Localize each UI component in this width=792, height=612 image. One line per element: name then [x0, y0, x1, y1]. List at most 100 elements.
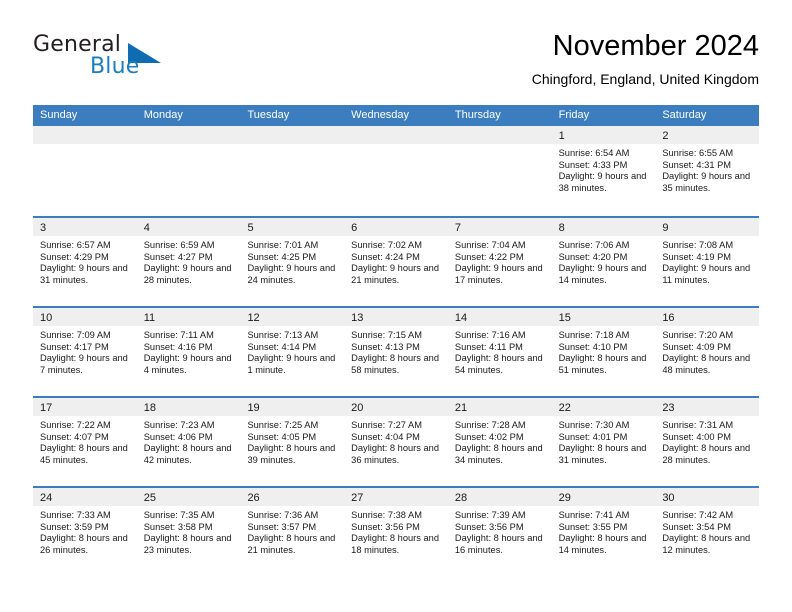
daylight-text: Daylight: 8 hours and 58 minutes.: [351, 353, 440, 375]
calendar-day-cell[interactable]: 15 Sunrise: 7:18 AM Sunset: 4:10 PM Dayligh…: [551, 308, 656, 396]
calendar-day-cell[interactable]: 11 Sunrise: 7:11 AM Sunset: 4:16 PM Dayligh…: [136, 308, 241, 396]
day-number: 20: [351, 402, 364, 414]
daylight-text: Daylight: 8 hours and 34 minutes.: [454, 443, 543, 465]
sunset-text: Sunset: 4:33 PM: [558, 159, 628, 170]
day-info: Sunrise: 7:20 AM Sunset: 4:09 PM Daylight:…: [655, 326, 759, 376]
calendar-day-cell[interactable]: 13 Sunrise: 7:15 AM Sunset: 4:13 PM Dayligh…: [344, 308, 448, 396]
day-info: Sunrise: 7:06 AM Sunset: 4:20 PM Daylight:…: [552, 236, 656, 286]
day-number: 8: [558, 222, 565, 234]
calendar-day-cell[interactable]: 3 Sunrise: 6:57 AM Sunset: 4:29 PM Daylight…: [33, 218, 137, 306]
day-info: Sunrise: 7:01 AM Sunset: 4:25 PM Daylight:…: [240, 236, 344, 286]
daylight-text: Daylight: 9 hours and 7 minutes.: [40, 353, 128, 375]
sunrise-text: Sunrise: 6:54 AM: [558, 148, 630, 158]
day-info: Sunrise: 6:57 AM Sunset: 4:29 PM Daylight:…: [33, 236, 137, 286]
sunset-text: Sunset: 3:55 PM: [558, 521, 628, 532]
sunrise-text: Sunrise: 7:35 AM: [143, 510, 215, 520]
calendar-day-cell[interactable]: 19 Sunrise: 7:25 AM Sunset: 4:05 PM Dayligh…: [240, 398, 345, 486]
day-number-band: 30: [655, 488, 760, 506]
sunset-text: Sunset: 4:17 PM: [40, 341, 109, 352]
calendar-day-cell[interactable]: 2 Sunrise: 6:55 AM Sunset: 4:31 PM Daylight…: [655, 126, 760, 216]
calendar-day-cell[interactable]: 21 Sunrise: 7:28 AM Sunset: 4:02 PM Dayligh…: [447, 398, 552, 486]
sunset-text: Sunset: 4:10 PM: [558, 341, 628, 352]
day-info: Sunrise: 7:02 AM Sunset: 4:24 PM Daylight:…: [344, 236, 448, 286]
calendar-day-cell[interactable]: 12 Sunrise: 7:13 AM Sunset: 4:14 PM Dayligh…: [240, 308, 345, 396]
calendar-page: General Blue November 2024 Chingford, En…: [0, 0, 792, 612]
day-info: Sunrise: 7:09 AM Sunset: 4:17 PM Daylight:…: [33, 326, 137, 376]
calendar-day-cell[interactable]: 30 Sunrise: 7:42 AM Sunset: 3:54 PM Dayligh…: [655, 488, 760, 576]
sunset-text: Sunset: 4:01 PM: [558, 431, 628, 442]
calendar-day-cell[interactable]: 7 Sunrise: 7:04 AM Sunset: 4:22 PM Daylight…: [447, 218, 552, 306]
calendar-day-cell-empty: [344, 126, 448, 216]
calendar-day-cell[interactable]: 29 Sunrise: 7:41 AM Sunset: 3:55 PM Dayligh…: [551, 488, 656, 576]
sunrise-text: Sunrise: 7:18 AM: [558, 330, 630, 340]
calendar-day-cell[interactable]: 5 Sunrise: 7:01 AM Sunset: 4:25 PM Daylight…: [240, 218, 345, 306]
calendar-day-cell[interactable]: 28 Sunrise: 7:39 AM Sunset: 3:56 PM Dayligh…: [447, 488, 552, 576]
sunset-text: Sunset: 4:07 PM: [40, 431, 109, 442]
sunset-text: Sunset: 4:02 PM: [454, 431, 524, 442]
daylight-text: Daylight: 8 hours and 39 minutes.: [247, 443, 336, 465]
day-number-band: 20: [344, 398, 448, 416]
calendar-day-cell[interactable]: 16 Sunrise: 7:20 AM Sunset: 4:09 PM Dayligh…: [655, 308, 760, 396]
calendar-day-cell[interactable]: 24 Sunrise: 7:33 AM Sunset: 3:59 PM Dayligh…: [33, 488, 137, 576]
day-info: Sunrise: 7:25 AM Sunset: 4:05 PM Daylight:…: [240, 416, 344, 466]
sunrise-text: Sunrise: 7:09 AM: [40, 330, 111, 340]
sunrise-text: Sunrise: 7:27 AM: [351, 420, 422, 430]
calendar-table: Sunday Monday Tuesday Wednesday Thursday…: [33, 105, 760, 576]
day-number-band: 29: [551, 488, 656, 506]
day-number-band: 11: [136, 308, 241, 326]
calendar-day-cell[interactable]: 27 Sunrise: 7:38 AM Sunset: 3:56 PM Dayligh…: [344, 488, 448, 576]
day-number-band: [344, 126, 448, 144]
sunset-text: Sunset: 3:58 PM: [143, 521, 213, 532]
calendar-day-cell[interactable]: 1 Sunrise: 6:54 AM Sunset: 4:33 PM Daylight…: [551, 126, 656, 216]
sunset-text: Sunset: 4:20 PM: [558, 251, 628, 262]
day-info: Sunrise: 7:35 AM Sunset: 3:58 PM Daylight:…: [137, 506, 241, 556]
calendar-day-cell[interactable]: 25 Sunrise: 7:35 AM Sunset: 3:58 PM Dayligh…: [136, 488, 241, 576]
day-number: 10: [40, 312, 53, 324]
day-number-band: 27: [344, 488, 448, 506]
calendar-day-cell[interactable]: 9 Sunrise: 7:08 AM Sunset: 4:19 PM Daylight…: [655, 218, 760, 306]
sunrise-text: Sunrise: 7:33 AM: [40, 510, 111, 520]
calendar-day-cell[interactable]: 17 Sunrise: 7:22 AM Sunset: 4:07 PM Dayligh…: [33, 398, 137, 486]
daylight-text: Daylight: 9 hours and 14 minutes.: [558, 263, 647, 285]
day-info: Sunrise: 7:08 AM Sunset: 4:19 PM Daylight:…: [655, 236, 759, 286]
sunset-text: Sunset: 4:04 PM: [351, 431, 420, 442]
calendar-day-cell[interactable]: 20 Sunrise: 7:27 AM Sunset: 4:04 PM Dayligh…: [344, 398, 448, 486]
day-number-band: 17: [33, 398, 137, 416]
sunset-text: Sunset: 4:29 PM: [40, 251, 109, 262]
sunset-text: Sunset: 3:56 PM: [351, 521, 420, 532]
daylight-text: Daylight: 8 hours and 12 minutes.: [662, 533, 751, 555]
calendar-day-cell[interactable]: 23 Sunrise: 7:31 AM Sunset: 4:00 PM Dayligh…: [655, 398, 760, 486]
daylight-text: Daylight: 9 hours and 1 minute.: [247, 353, 336, 375]
sunset-text: Sunset: 4:25 PM: [247, 251, 317, 262]
calendar-day-cell[interactable]: 8 Sunrise: 7:06 AM Sunset: 4:20 PM Daylight…: [551, 218, 656, 306]
calendar-weeks: 1 Sunrise: 6:54 AM Sunset: 4:33 PM Daylight…: [33, 126, 760, 576]
daylight-text: Daylight: 9 hours and 4 minutes.: [143, 353, 232, 375]
day-number: 9: [662, 222, 669, 234]
calendar-day-cell-empty: [33, 126, 137, 216]
title-block: November 2024 Chingford, England, United…: [532, 28, 759, 90]
calendar-day-cell[interactable]: 10 Sunrise: 7:09 AM Sunset: 4:17 PM Dayligh…: [33, 308, 137, 396]
sunset-text: Sunset: 4:19 PM: [662, 251, 732, 262]
calendar-day-cell[interactable]: 18 Sunrise: 7:23 AM Sunset: 4:06 PM Dayligh…: [136, 398, 241, 486]
daylight-text: Daylight: 9 hours and 11 minutes.: [662, 263, 751, 285]
general-blue-logo[interactable]: General Blue: [33, 32, 263, 88]
daylight-text: Daylight: 8 hours and 42 minutes.: [143, 443, 232, 465]
sunrise-text: Sunrise: 7:08 AM: [662, 240, 734, 250]
day-number-band: 18: [136, 398, 241, 416]
day-number: 17: [40, 402, 53, 414]
day-info: Sunrise: 7:30 AM Sunset: 4:01 PM Daylight:…: [552, 416, 656, 466]
day-info: Sunrise: 6:54 AM Sunset: 4:33 PM Daylight:…: [552, 144, 656, 194]
day-number-band: 7: [447, 218, 552, 236]
calendar-day-cell[interactable]: 4 Sunrise: 6:59 AM Sunset: 4:27 PM Daylight…: [136, 218, 241, 306]
day-number: 24: [40, 492, 53, 504]
calendar-day-cell[interactable]: 26 Sunrise: 7:36 AM Sunset: 3:57 PM Dayligh…: [240, 488, 345, 576]
day-number: 28: [454, 492, 468, 504]
calendar-day-cell[interactable]: 6 Sunrise: 7:02 AM Sunset: 4:24 PM Daylight…: [344, 218, 448, 306]
day-info: Sunrise: 7:16 AM Sunset: 4:11 PM Daylight:…: [448, 326, 552, 376]
calendar-day-cell[interactable]: 22 Sunrise: 7:30 AM Sunset: 4:01 PM Dayligh…: [551, 398, 656, 486]
day-number: 7: [454, 222, 461, 234]
calendar-day-cell[interactable]: 14 Sunrise: 7:16 AM Sunset: 4:11 PM Dayligh…: [447, 308, 552, 396]
day-info: Sunrise: 7:28 AM Sunset: 4:02 PM Daylight:…: [448, 416, 552, 466]
day-number-band: 21: [447, 398, 552, 416]
daylight-text: Daylight: 8 hours and 18 minutes.: [351, 533, 440, 555]
